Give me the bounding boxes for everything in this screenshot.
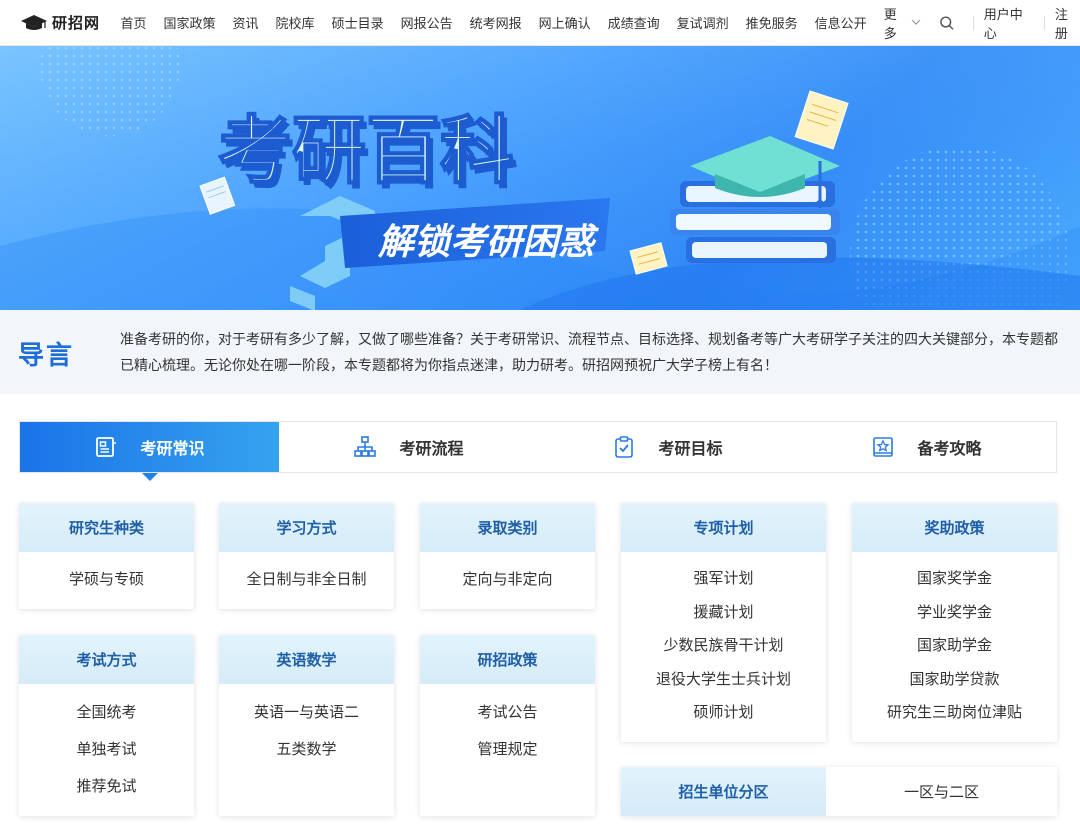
banner-subtitle: 解锁考研困惑 <box>377 221 599 262</box>
nav-link-home[interactable]: 首页 <box>121 13 147 32</box>
tab-exam-basics[interactable]: 考研常识 <box>20 422 279 481</box>
category-tabs: 考研常识 考研流程 考研目标 备考攻略 <box>19 421 1057 481</box>
card-item[interactable]: 全日制与非全日制 <box>246 563 366 597</box>
tab-exam-goal[interactable]: 考研目标 <box>538 422 797 472</box>
tab-label: 考研常识 <box>140 441 205 458</box>
nav-link-retest-adjust[interactable]: 复试调剂 <box>677 13 729 32</box>
card-graduate-types: 研究生种类 学硕与专硕 <box>19 503 194 609</box>
card-item[interactable]: 推荐免试 <box>76 768 136 805</box>
nav-link-recommend-service[interactable]: 推免服务 <box>746 13 798 32</box>
card-item[interactable]: 硕师计划 <box>693 696 753 730</box>
flowchart-icon <box>354 436 377 457</box>
tab-prep-strategy[interactable]: 备考攻略 <box>797 422 1056 472</box>
nav-link-national-policy[interactable]: 国家政策 <box>164 13 216 32</box>
nav-link-unified-exam-registration[interactable]: 统考网报 <box>470 13 522 32</box>
card-item[interactable]: 英语一与英语二 <box>254 694 359 731</box>
search-icon[interactable] <box>939 15 954 31</box>
card-item[interactable]: 管理规定 <box>477 731 537 768</box>
tab-exam-process[interactable]: 考研流程 <box>279 422 538 472</box>
top-nav: 研招网 首页 国家政策 资讯 院校库 硕士目录 网报公告 统考网报 网上确认 成… <box>0 0 1080 46</box>
book-star-icon <box>873 437 894 457</box>
nav-link-info-public[interactable]: 信息公开 <box>815 13 867 32</box>
card-item[interactable]: 国家助学贷款 <box>909 663 999 697</box>
card-item[interactable]: 单独考试 <box>76 731 136 768</box>
card-item[interactable]: 五类数学 <box>276 731 336 768</box>
card-admission-policy: 研招政策 考试公告 管理规定 <box>420 635 595 816</box>
nav-links: 首页 国家政策 资讯 院校库 硕士目录 网报公告 统考网报 网上确认 成绩查询 … <box>121 13 884 32</box>
clipboard-check-icon <box>615 436 634 458</box>
divider <box>972 15 974 30</box>
admission-zone-card: 招生单位分区 一区与二区 <box>621 767 1057 816</box>
intro-text: 准备考研的你，对于考研有多少了解，又做了哪些准备？关于考研常识、流程节点、目标选… <box>120 331 1058 373</box>
card-title: 奖助政策 <box>852 503 1057 552</box>
card-title: 英语数学 <box>219 635 394 684</box>
card-item[interactable]: 强军计划 <box>693 562 753 596</box>
hero-banner: 解锁考研困惑 考研百科 考研百科 <box>0 46 1080 310</box>
banner-title: 考研百科 <box>218 109 514 192</box>
card-study-mode: 学习方式 全日制与非全日制 <box>219 503 394 609</box>
banner-illustration: 解锁考研困惑 考研百科 考研百科 <box>0 46 1080 310</box>
divider <box>1043 15 1045 30</box>
card-item[interactable]: 学业奖学金 <box>917 596 992 630</box>
card-item[interactable]: 学硕与专硕 <box>69 563 144 597</box>
card-item[interactable]: 少数民族骨干计划 <box>663 629 783 663</box>
chevron-down-icon <box>911 17 921 28</box>
card-title: 研究生种类 <box>19 503 194 552</box>
nav-link-score-query[interactable]: 成绩查询 <box>608 13 660 32</box>
more-menu[interactable]: 更多 <box>884 4 922 42</box>
intro-section: 导言 准备考研的你，对于考研有多少了解，又做了哪些准备？关于考研常识、流程节点、… <box>0 310 1080 394</box>
zone-value-link[interactable]: 一区与二区 <box>826 767 1057 816</box>
user-center-link[interactable]: 用户中心 <box>984 4 1034 42</box>
card-title: 考试方式 <box>19 635 194 684</box>
register-link[interactable]: 注册 <box>1055 4 1080 42</box>
card-title: 研招政策 <box>420 635 595 684</box>
card-title: 录取类别 <box>420 503 595 552</box>
card-admission-type: 录取类别 定向与非定向 <box>420 503 595 609</box>
nav-link-news[interactable]: 资讯 <box>233 13 259 32</box>
document-icon <box>96 437 117 457</box>
card-item[interactable]: 研究生三助岗位津贴 <box>887 696 1022 730</box>
card-english-math: 英语数学 英语一与英语二 五类数学 <box>219 635 394 816</box>
tab-label: 考研目标 <box>658 441 723 458</box>
card-item[interactable]: 援藏计划 <box>693 596 753 630</box>
zone-label: 招生单位分区 <box>621 767 826 816</box>
nav-link-online-confirm[interactable]: 网上确认 <box>539 13 591 32</box>
nav-link-school-library[interactable]: 院校库 <box>276 13 315 32</box>
more-label: 更多 <box>883 6 897 41</box>
card-item[interactable]: 定向与非定向 <box>462 563 552 597</box>
card-item[interactable]: 全国统考 <box>76 694 136 731</box>
site-logo[interactable]: 研招网 <box>20 12 117 33</box>
card-scholarships: 奖助政策 国家奖学金 学业奖学金 国家助学金 国家助学贷款 研究生三助岗位津贴 <box>852 503 1057 742</box>
tab-label: 备考攻略 <box>917 441 982 458</box>
intro-title: 导言 <box>18 340 75 370</box>
card-item[interactable]: 退役大学生士兵计划 <box>656 663 791 697</box>
logo-text: 研招网 <box>52 15 101 32</box>
card-item[interactable]: 国家助学金 <box>917 629 992 663</box>
card-item[interactable]: 考试公告 <box>477 694 537 731</box>
tab-label: 考研流程 <box>399 441 464 458</box>
card-special-plans: 专项计划 强军计划 援藏计划 少数民族骨干计划 退役大学生士兵计划 硕师计划 <box>621 503 826 742</box>
card-item[interactable]: 国家奖学金 <box>917 562 992 596</box>
card-title: 专项计划 <box>621 503 826 552</box>
nav-link-registration-notice[interactable]: 网报公告 <box>401 13 453 32</box>
card-exam-mode: 考试方式 全国统考 单独考试 推荐免试 <box>19 635 194 816</box>
nav-link-master-catalog[interactable]: 硕士目录 <box>332 13 384 32</box>
graduation-cap-icon <box>21 14 47 30</box>
card-title: 学习方式 <box>219 503 394 552</box>
